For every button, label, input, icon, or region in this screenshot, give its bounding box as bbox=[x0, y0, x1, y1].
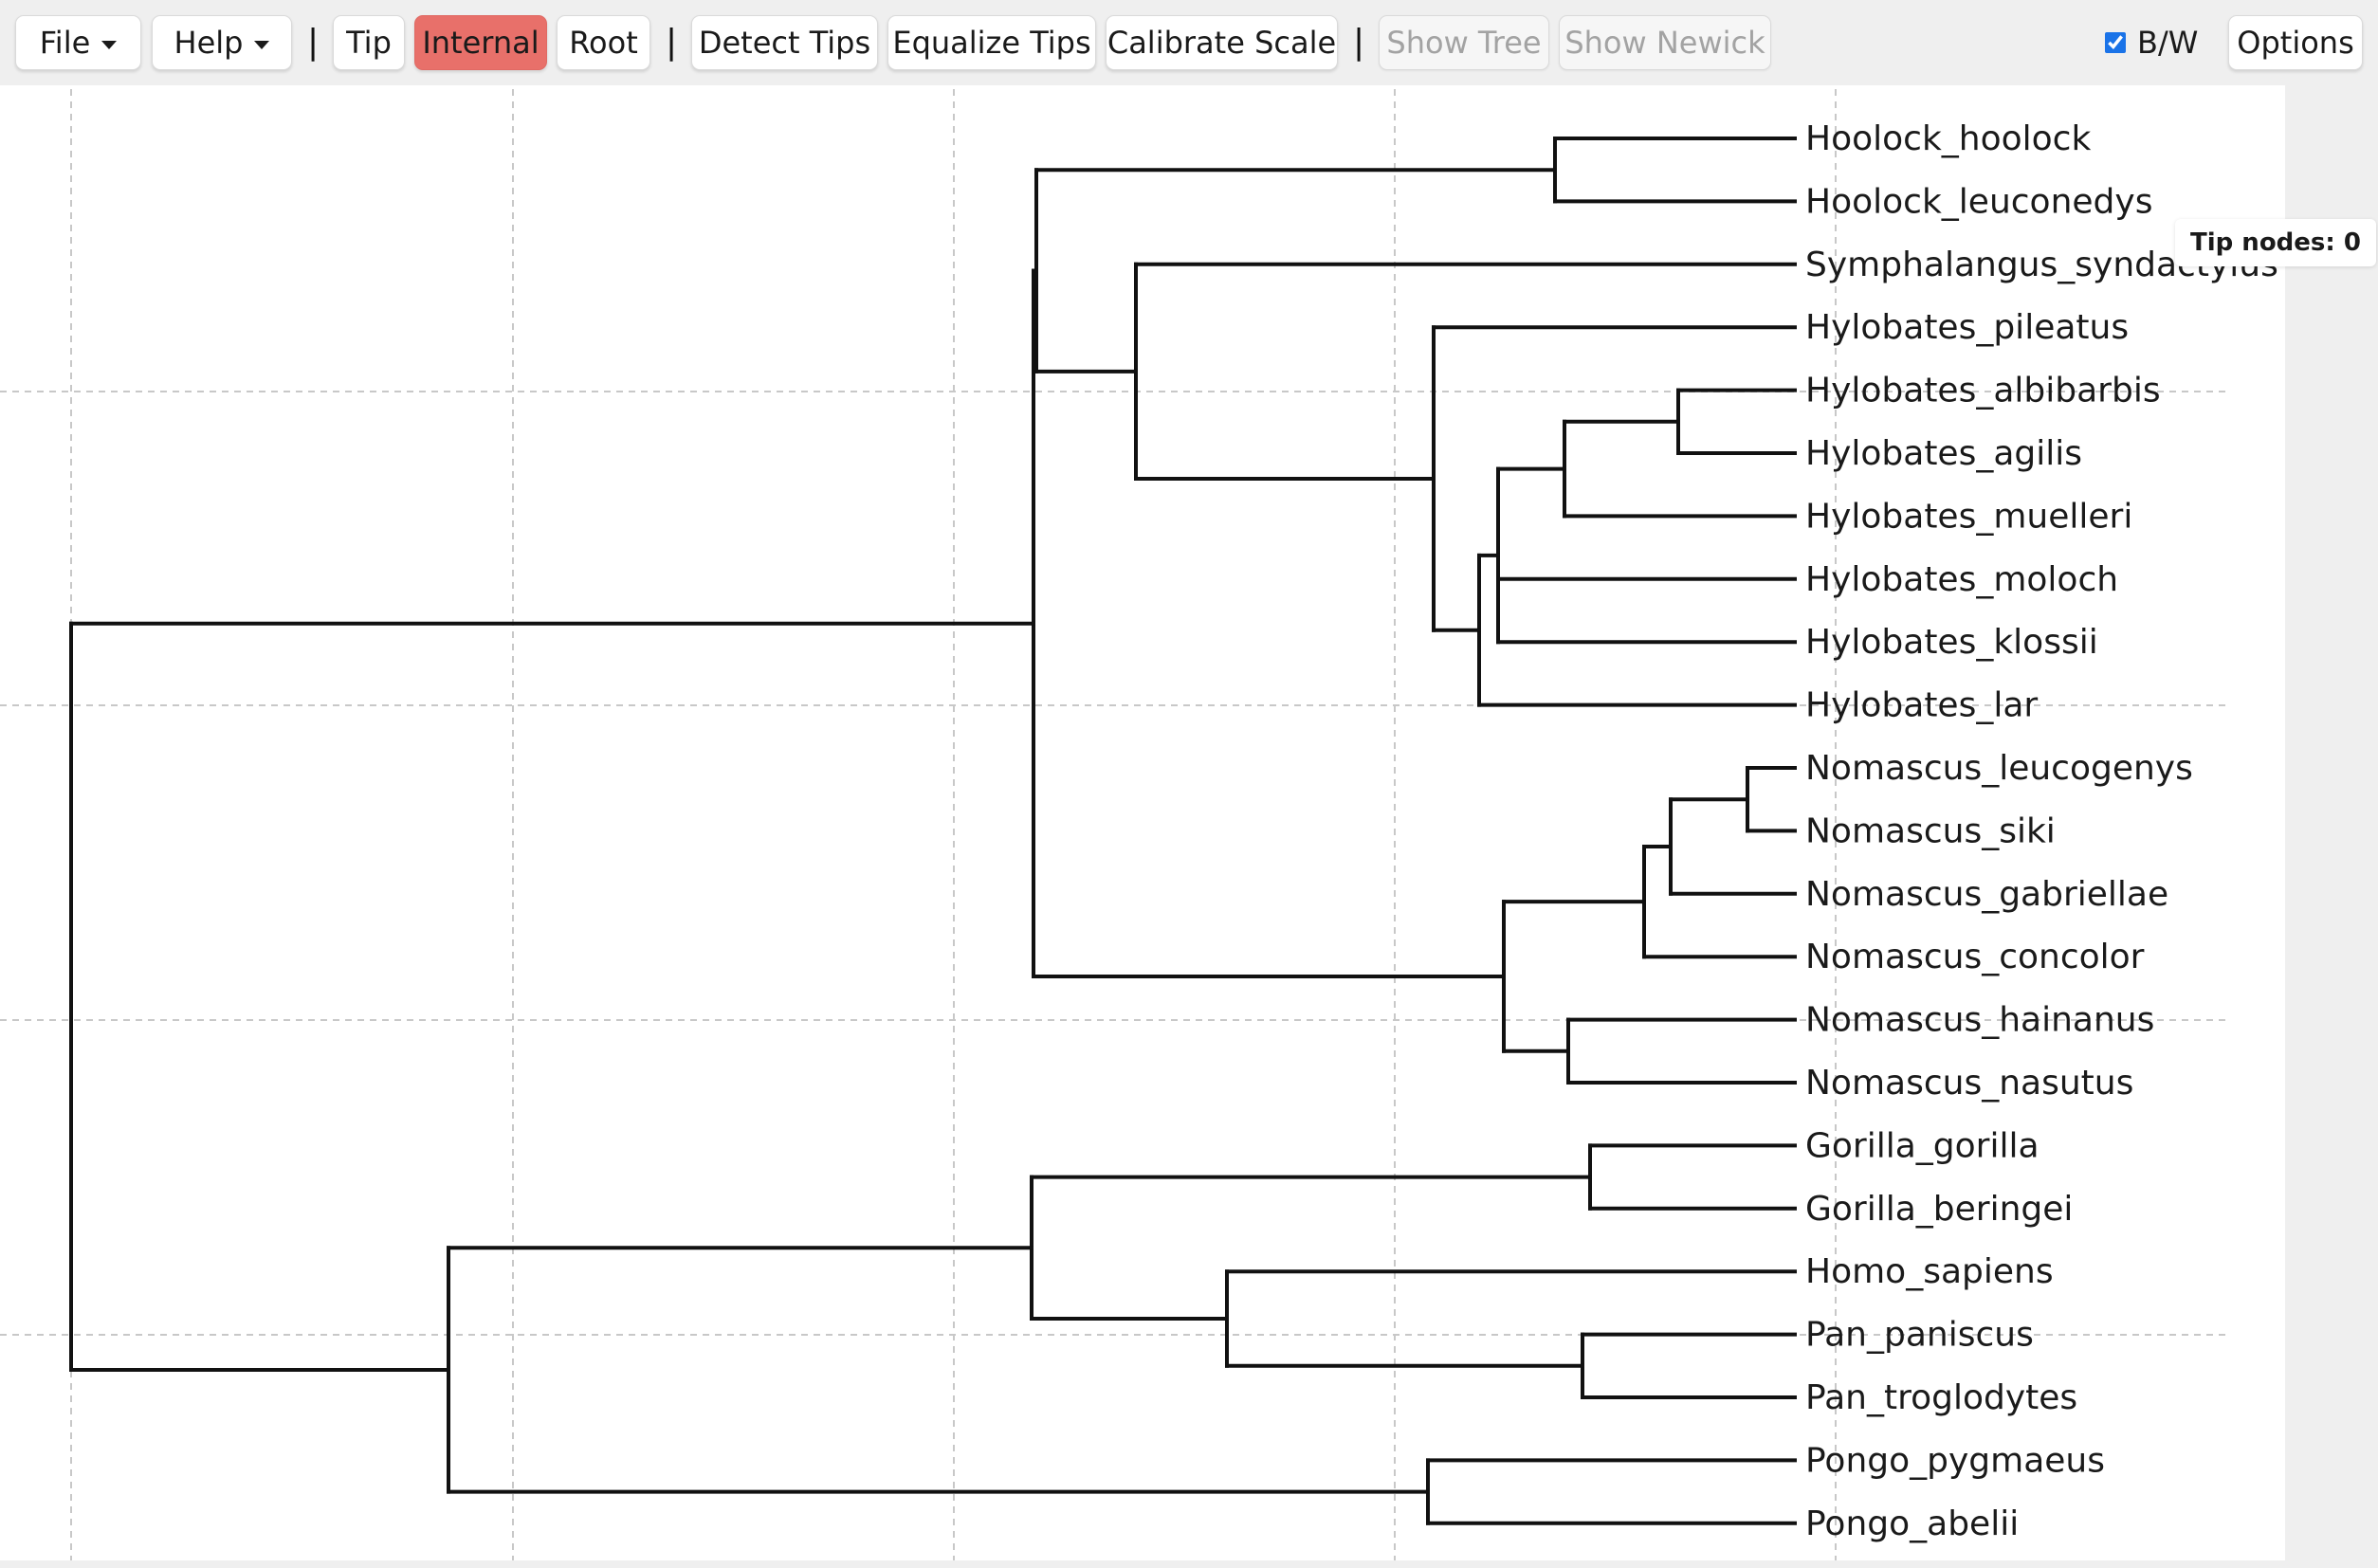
options-button[interactable]: Options bbox=[2228, 15, 2363, 70]
tip-label[interactable]: Hylobates_agilis bbox=[1805, 434, 2082, 473]
tree-canvas[interactable]: Hoolock_hoolock Hoolock_leuconedys Symphal… bbox=[0, 85, 2376, 1560]
tip-labels: Hoolock_hoolockHoolock_leuconedysSymphal… bbox=[1805, 119, 2278, 1543]
tip-label[interactable]: Hylobates_albibarbis bbox=[1805, 372, 2161, 410]
tip-label[interactable]: Hoolock_leuconedys bbox=[1805, 182, 2152, 221]
tip-label[interactable]: Nomascus_hainanus bbox=[1805, 1001, 2154, 1040]
help-menu-button[interactable]: Help bbox=[152, 15, 292, 70]
tip-label[interactable]: Nomascus_gabriellae bbox=[1805, 875, 2168, 914]
calibrate-scale-button[interactable]: Calibrate Scale bbox=[1106, 15, 1338, 70]
file-menu-button[interactable]: File bbox=[15, 15, 141, 70]
toolbar-separator: | bbox=[307, 23, 320, 62]
phylogenetic-tree: Hoolock_hoolockHoolock_leuconedysSymphal… bbox=[0, 89, 2278, 1560]
tip-label[interactable]: Nomascus_nasutus bbox=[1805, 1064, 2133, 1103]
tip-label[interactable]: Hylobates_moloch bbox=[1805, 560, 2118, 599]
toolbar-separator: | bbox=[666, 23, 678, 62]
tip-mode-button[interactable]: Tip bbox=[333, 15, 405, 70]
tip-label[interactable]: Homo_sapiens bbox=[1805, 1252, 2054, 1291]
tip-label[interactable]: Gorilla_beringei bbox=[1805, 1190, 2073, 1229]
tip-label[interactable]: Gorilla_gorilla bbox=[1805, 1126, 2040, 1165]
bw-toggle[interactable]: B/W bbox=[2105, 15, 2198, 70]
toolbar-separator: | bbox=[1353, 23, 1365, 62]
chevron-down-icon bbox=[101, 40, 118, 49]
show-newick-button[interactable]: Show Newick bbox=[1559, 15, 1771, 70]
tip-label[interactable]: Hylobates_lar bbox=[1805, 686, 2038, 725]
tip-label[interactable]: Hoolock_hoolock bbox=[1805, 119, 2091, 158]
equalize-tips-button[interactable]: Equalize Tips bbox=[887, 15, 1096, 70]
tip-label[interactable]: Nomascus_concolor bbox=[1805, 938, 2145, 976]
tip-count-badge: Tip nodes: 0 bbox=[2175, 219, 2376, 266]
help-menu-label: Help bbox=[174, 25, 244, 61]
tip-label[interactable]: Pan_paniscus bbox=[1805, 1316, 2034, 1355]
tree-branches bbox=[69, 137, 1797, 1525]
detect-tips-button[interactable]: Detect Tips bbox=[691, 15, 878, 70]
tip-label[interactable]: Pongo_pygmaeus bbox=[1805, 1441, 2105, 1480]
tip-label[interactable]: Nomascus_leucogenys bbox=[1805, 749, 2193, 788]
file-menu-label: File bbox=[39, 25, 91, 61]
tip-label[interactable]: Hylobates_klossii bbox=[1805, 623, 2098, 662]
tip-label[interactable]: Pongo_abelii bbox=[1805, 1504, 2019, 1543]
chevron-down-icon bbox=[254, 40, 270, 49]
tip-label[interactable]: Hylobates_muelleri bbox=[1805, 497, 2132, 536]
bw-checkbox[interactable] bbox=[2105, 32, 2126, 53]
toolbar: File Help | Tip Internal Root | Detect T… bbox=[0, 0, 2378, 83]
bw-label: B/W bbox=[2137, 25, 2199, 61]
internal-mode-button[interactable]: Internal bbox=[414, 15, 547, 70]
show-tree-button[interactable]: Show Tree bbox=[1379, 15, 1549, 70]
tip-label[interactable]: Pan_troglodytes bbox=[1805, 1378, 2077, 1417]
tip-label[interactable]: Nomascus_siki bbox=[1805, 811, 2056, 850]
tip-label[interactable]: Hylobates_pileatus bbox=[1805, 308, 2129, 347]
root-mode-button[interactable]: Root bbox=[557, 15, 650, 70]
